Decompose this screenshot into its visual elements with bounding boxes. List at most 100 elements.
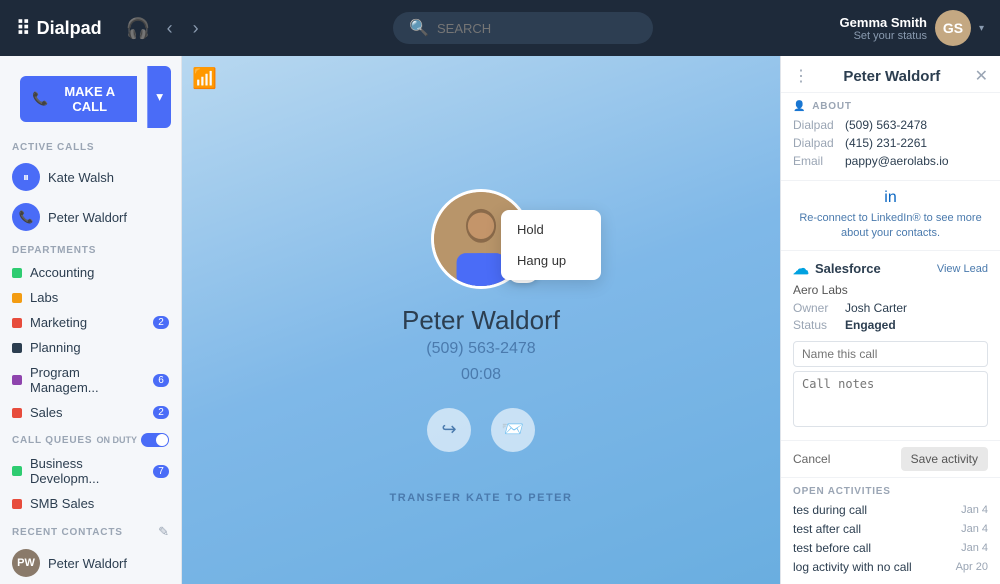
linkedin-section: in Re-connect to LinkedIn® to see more a… <box>781 181 1000 251</box>
active-call-name-peter: Peter Waldorf <box>48 210 127 225</box>
dept-name-labs: Labs <box>30 290 169 305</box>
phone-icon: 📞 <box>32 91 48 107</box>
view-lead-link[interactable]: View Lead <box>937 263 988 275</box>
rp-more-button[interactable]: ⋮ <box>793 66 809 86</box>
queue-business-dev[interactable]: Business Developm... 7 <box>0 451 181 491</box>
make-call-button[interactable]: 📞 MAKE A CALL <box>20 76 137 122</box>
dialpad-val-2: (415) 231-2261 <box>845 136 927 150</box>
edit-icon[interactable]: ✎ <box>158 524 169 540</box>
right-panel: ⋮ Peter Waldorf ✕ 👤 ABOUT Dialpad (509) … <box>780 56 1000 584</box>
dept-labs[interactable]: Labs <box>0 285 181 310</box>
dialpad-key-1: Dialpad <box>793 118 839 132</box>
back-button[interactable]: ‹ <box>159 14 181 43</box>
active-call-kate[interactable]: ⏸ Kate Walsh <box>0 157 181 197</box>
active-call-name-kate: Kate Walsh <box>48 170 114 185</box>
sf-owner-key: Owner <box>793 301 839 315</box>
call-notes-textarea[interactable] <box>793 371 988 427</box>
caller-phone: (509) 563-2478 <box>426 340 535 358</box>
contact-dialpad-2: Dialpad (415) 231-2261 <box>793 136 988 150</box>
logo-text: Dialpad <box>37 18 102 39</box>
about-section: 👤 ABOUT Dialpad (509) 563-2478 Dialpad (… <box>781 93 1000 181</box>
person-icon: 👤 <box>793 101 806 112</box>
activity-3[interactable]: test before call Jan 4 <box>793 541 988 555</box>
dialpad-key-2: Dialpad <box>793 136 839 150</box>
activity-date-2: Jan 4 <box>961 523 988 535</box>
about-label: 👤 ABOUT <box>793 101 988 112</box>
sidebar: 📞 MAKE A CALL ▾ ACTIVE CALLS ⏸ Kate Wals… <box>0 56 182 584</box>
call-name-input[interactable] <box>793 341 988 367</box>
caller-name: Peter Waldorf <box>402 305 560 336</box>
activity-actions: Cancel Save activity <box>781 441 1000 478</box>
main-content: 📞 MAKE A CALL ▾ ACTIVE CALLS ⏸ Kate Wals… <box>0 56 1000 584</box>
queue-dot-smb <box>12 499 22 509</box>
dept-name-planning: Planning <box>30 340 169 355</box>
pause-icon: ⏸ <box>12 163 40 191</box>
contact-dialpad-1: Dialpad (509) 563-2478 <box>793 118 988 132</box>
user-info: Gemma Smith Set your status <box>840 15 927 42</box>
dept-accounting[interactable]: Accounting <box>0 260 181 285</box>
sf-owner-row: Owner Josh Carter <box>793 301 988 315</box>
dept-name-program: Program Managem... <box>30 365 145 395</box>
rp-close-button[interactable]: ✕ <box>975 66 988 86</box>
hangup-option[interactable]: Hang up <box>501 245 601 276</box>
departments-label: DEPARTMENTS <box>0 237 181 260</box>
dept-dot-program <box>12 375 22 385</box>
dept-dot-accounting <box>12 268 22 278</box>
voicemail-button[interactable]: 📨 <box>491 408 535 452</box>
contact-peter[interactable]: PW Peter Waldorf <box>0 544 181 582</box>
search-area: 🔍 <box>207 12 840 44</box>
dept-marketing[interactable]: Marketing 2 <box>0 310 181 335</box>
cancel-button[interactable]: Cancel <box>793 452 830 466</box>
sf-company: Aero Labs <box>793 283 988 297</box>
make-call-dropdown-button[interactable]: ▾ <box>147 66 171 128</box>
queue-badge-business: 7 <box>153 465 169 478</box>
call-queues-label: CALL QUEUES <box>12 435 92 446</box>
queue-dot-business <box>12 466 22 476</box>
sf-status-val: Engaged <box>845 318 896 332</box>
signal-bars-icon: 📶 <box>192 66 217 91</box>
user-status: Set your status <box>840 30 927 42</box>
nav-arrows: ‹ › <box>159 14 207 43</box>
hangup-label: Hang up <box>517 253 566 268</box>
open-activities: OPEN ACTIVITIES tes during call Jan 4 te… <box>781 478 1000 584</box>
user-menu[interactable]: Gemma Smith Set your status GS ▾ <box>840 10 984 46</box>
save-activity-button[interactable]: Save activity <box>901 447 988 471</box>
search-input[interactable] <box>437 21 637 36</box>
hold-label: Hold <box>517 222 544 237</box>
queue-smb-sales[interactable]: SMB Sales <box>0 491 181 516</box>
active-calls-label: ACTIVE CALLS <box>0 134 181 157</box>
user-name: Gemma Smith <box>840 15 927 30</box>
phone-active-icon: 📞 <box>12 203 40 231</box>
sf-status-key: Status <box>793 318 839 332</box>
queue-name-smb: SMB Sales <box>30 496 169 511</box>
dept-program[interactable]: Program Managem... 6 <box>0 360 181 400</box>
dialpad-icon: ⠿ <box>16 16 31 41</box>
search-box[interactable]: 🔍 <box>393 12 653 44</box>
open-activities-label: OPEN ACTIVITIES <box>793 486 988 497</box>
dept-name-sales: Sales <box>30 405 145 420</box>
transfer-button[interactable]: ↪ <box>427 408 471 452</box>
toggle-switch[interactable] <box>141 433 169 447</box>
hold-option[interactable]: Hold <box>501 214 601 245</box>
avatar[interactable]: GS <box>935 10 971 46</box>
voicemail-icon: 📨 <box>502 419 524 440</box>
dialpad-val-1: (509) 563-2478 <box>845 118 927 132</box>
contact-email: Email pappy@aerolabs.io <box>793 154 988 168</box>
sf-label: ☁ Salesforce <box>793 259 881 279</box>
toggle-knob <box>156 434 168 446</box>
sf-status-row: Status Engaged <box>793 318 988 332</box>
activity-date-3: Jan 4 <box>961 542 988 554</box>
call-controls: ↪ 📨 <box>427 408 535 452</box>
activity-4[interactable]: log activity with no call Apr 20 <box>793 560 988 574</box>
headset-icon[interactable]: 🎧 <box>126 16 151 41</box>
transfer-icon: ↪ <box>441 419 456 440</box>
dept-sales[interactable]: Sales 2 <box>0 400 181 425</box>
activity-2[interactable]: test after call Jan 4 <box>793 522 988 536</box>
activity-1[interactable]: tes during call Jan 4 <box>793 503 988 517</box>
dept-planning[interactable]: Planning <box>0 335 181 360</box>
forward-button[interactable]: › <box>185 14 207 43</box>
linkedin-text[interactable]: Re-connect to LinkedIn® to see more abou… <box>793 211 988 242</box>
on-duty-toggle[interactable]: ON DUTY <box>97 433 170 447</box>
active-call-peter[interactable]: 📞 Peter Waldorf <box>0 197 181 237</box>
dept-badge-program: 6 <box>153 374 169 387</box>
